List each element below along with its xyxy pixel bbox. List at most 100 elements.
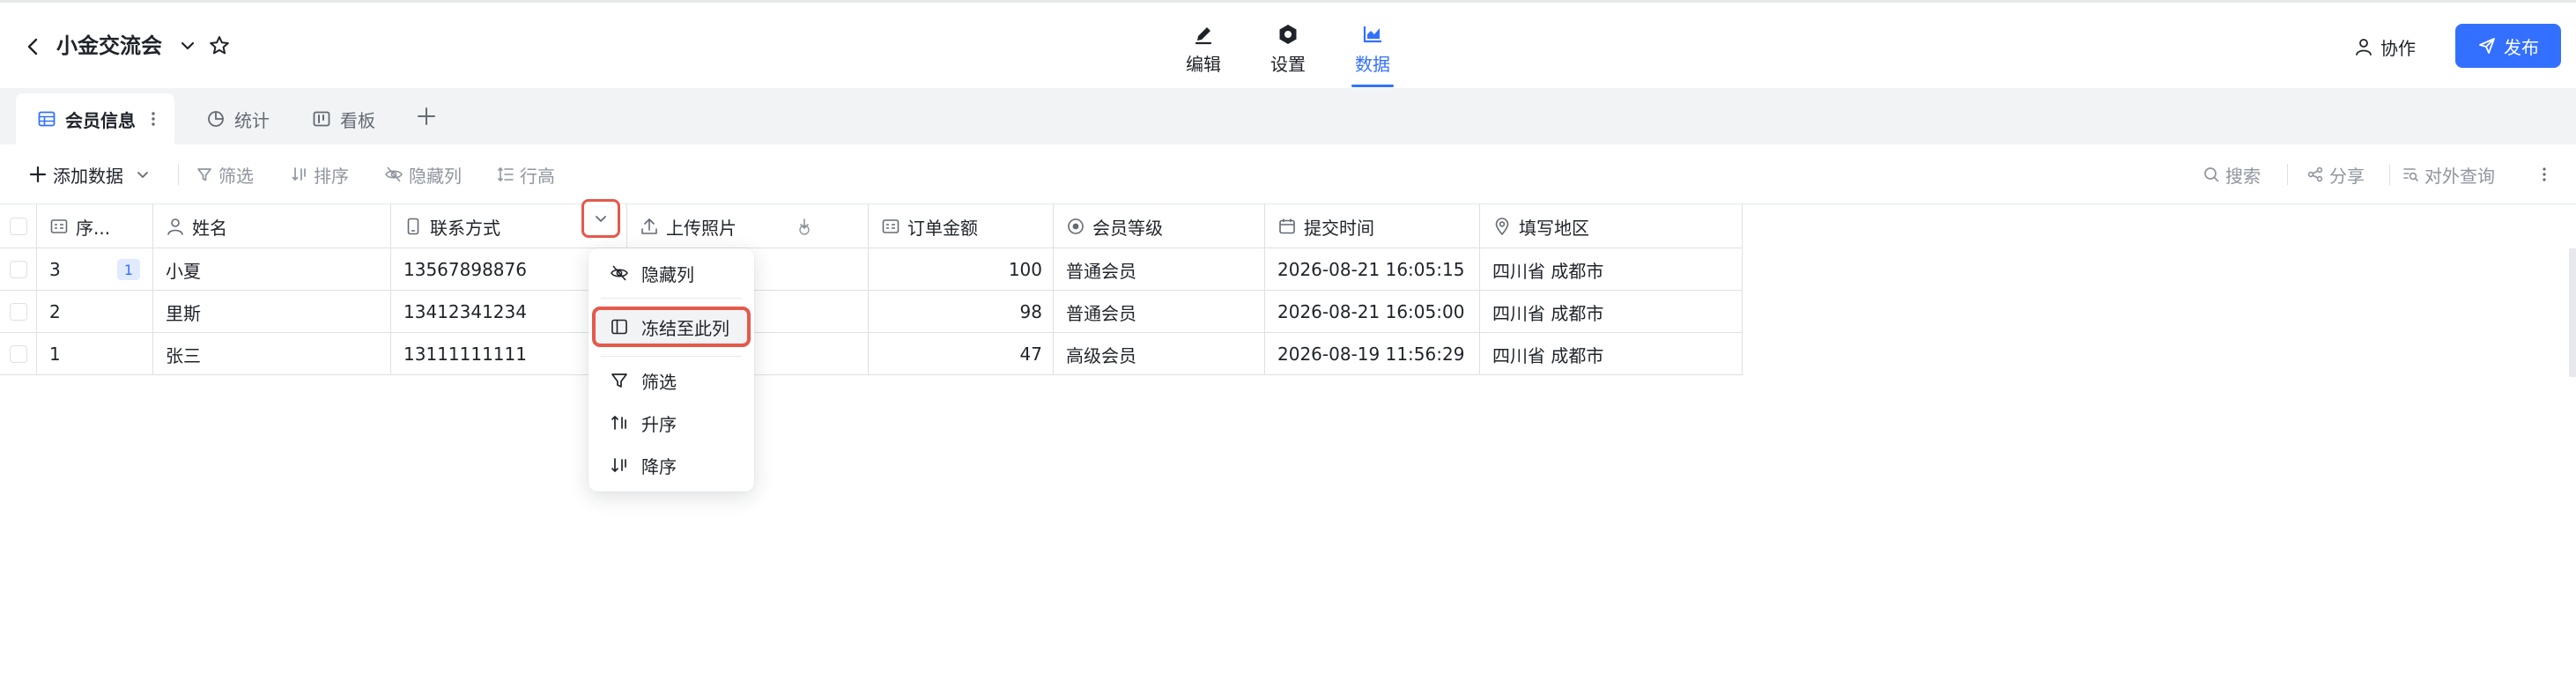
cell-region[interactable]: 四川省 成都市 (1480, 248, 1743, 291)
menu-item-freeze-column[interactable]: 冻结至此列 (592, 307, 751, 347)
publish-button[interactable]: 发布 (2455, 24, 2561, 68)
plus-icon (29, 166, 47, 183)
row-height-button[interactable]: 行高 (497, 160, 555, 188)
sheet-tab-label: 看板 (340, 109, 375, 131)
column-header-name[interactable]: 姓名 (153, 204, 391, 248)
toolbar-divider (178, 164, 179, 185)
menu-item-filter[interactable]: 筛选 (601, 363, 742, 398)
edit-icon (1191, 22, 1216, 47)
column-header-label: 姓名 (192, 217, 227, 239)
column-header-amount[interactable]: 订单金额 (869, 204, 1054, 248)
filter-label: 筛选 (218, 165, 254, 187)
cell-time[interactable]: 2026-08-21 16:05:00 (1265, 291, 1480, 333)
cell-region[interactable]: 四川省 成都市 (1480, 291, 1743, 333)
add-data-button[interactable]: 添加数据 (28, 160, 152, 188)
add-data-label: 添加数据 (53, 165, 123, 187)
cell-name[interactable]: 里斯 (153, 291, 391, 333)
collaborate-button[interactable]: 协作 (2354, 27, 2416, 66)
cell-seq[interactable]: 31 (37, 248, 153, 291)
column-header-label: 上传照片 (666, 217, 737, 239)
cell-amount[interactable]: 98 (869, 291, 1054, 333)
menu-item-hide-column[interactable]: 隐藏列 (601, 255, 742, 291)
table-row[interactable]: 2 里斯 13412341234 98 普通会员 2026-08-21 16:0… (0, 291, 1743, 333)
cell-level[interactable]: 普通会员 (1054, 248, 1265, 291)
cell-level[interactable]: 普通会员 (1054, 291, 1265, 333)
download-field-icon[interactable] (795, 217, 814, 236)
upload-icon (641, 218, 657, 234)
menu-item-label: 筛选 (641, 371, 677, 393)
cell-level[interactable]: 高级会员 (1054, 333, 1265, 375)
cell-name[interactable]: 张三 (153, 333, 391, 375)
external-query-label: 对外查询 (2424, 165, 2495, 187)
external-query-button[interactable]: 对外查询 (2402, 160, 2495, 188)
eye-off-icon (385, 166, 403, 182)
menu-item-sort-ascending[interactable]: 升序 (601, 405, 742, 440)
tab-data[interactable]: 数据 (1348, 18, 1397, 87)
hide-columns-button[interactable]: 隐藏列 (384, 160, 462, 188)
menu-item-label: 升序 (641, 413, 677, 435)
column-header-photo[interactable]: 上传照片 (627, 204, 869, 248)
sort-button[interactable]: 排序 (291, 160, 349, 188)
sheet-tab-kanban[interactable]: 看板 (312, 93, 375, 144)
send-icon (2479, 38, 2495, 54)
share-icon (2307, 166, 2323, 182)
row-height-label: 行高 (520, 165, 555, 187)
search-button[interactable]: 搜索 (2202, 160, 2261, 188)
kanban-icon (313, 111, 330, 127)
menu-divider (601, 356, 742, 357)
share-button[interactable]: 分享 (2306, 160, 2365, 188)
cell-name[interactable]: 小夏 (153, 248, 391, 291)
star-icon[interactable] (208, 34, 231, 57)
tab-edit[interactable]: 编辑 (1179, 18, 1228, 87)
hide-columns-label: 隐藏列 (409, 165, 462, 187)
menu-item-sort-descending[interactable]: 降序 (601, 447, 742, 483)
column-header-label: 填写地区 (1519, 217, 1589, 239)
filter-button[interactable]: 筛选 (196, 160, 254, 188)
column-header-label: 提交时间 (1304, 217, 1374, 239)
app-title[interactable]: 小金交流会 (56, 31, 162, 61)
column-header-level[interactable]: 会员等级 (1054, 204, 1265, 248)
select-all-checkbox[interactable] (9, 218, 27, 235)
column-header-label: 订单金额 (907, 217, 978, 239)
more-vertical-icon[interactable] (144, 110, 162, 128)
back-arrow-icon[interactable] (21, 34, 46, 59)
cell-amount[interactable]: 47 (869, 333, 1054, 375)
column-header-region[interactable]: 填写地区 (1480, 204, 1743, 248)
toolbar-divider (2389, 164, 2390, 185)
table-icon (38, 111, 56, 127)
sheet-tab-label: 会员信息 (65, 109, 136, 131)
cell-seq[interactable]: 2 (37, 291, 153, 333)
add-sheet-icon[interactable] (414, 104, 439, 129)
sheet-tab-member-info[interactable]: 会员信息 (16, 93, 174, 144)
table-header-row: 序... 姓名 联系方式 上传照片 订单金额 会员等级 提交时间 填写地区 (0, 204, 1743, 248)
cell-amount[interactable]: 100 (869, 248, 1054, 291)
cell-time[interactable]: 2026-08-21 16:05:15 (1265, 248, 1480, 291)
row-checkbox[interactable] (9, 261, 27, 278)
chevron-down-icon (137, 172, 148, 178)
horizontal-scrollbar-edge[interactable] (2569, 248, 2576, 377)
column-menu-button[interactable] (581, 199, 620, 238)
pie-chart-icon (208, 111, 224, 127)
table-row[interactable]: 1 张三 13111111111 47 高级会员 2026-08-19 11:5… (0, 333, 1743, 375)
row-checkbox[interactable] (9, 345, 27, 363)
cell-seq[interactable]: 1 (37, 333, 153, 375)
cell-region[interactable]: 四川省 成都市 (1480, 333, 1743, 375)
comment-count-badge[interactable]: 1 (117, 259, 140, 280)
row-checkbox-cell (0, 333, 37, 375)
phone-icon (407, 218, 419, 235)
row-checkbox-cell (0, 248, 37, 291)
row-checkbox[interactable] (9, 303, 27, 321)
cell-time[interactable]: 2026-08-19 11:56:29 (1265, 333, 1480, 375)
column-header-seq[interactable]: 序... (37, 204, 153, 248)
collaborate-label: 协作 (2380, 37, 2416, 59)
chevron-down-icon[interactable] (178, 36, 197, 55)
query-icon (2403, 168, 2418, 181)
more-options-button[interactable] (2535, 160, 2553, 188)
column-header-time[interactable]: 提交时间 (1265, 204, 1480, 248)
table-row[interactable]: 31 小夏 13567898876 100 普通会员 2026-08-21 16… (0, 248, 1743, 291)
column-header-label: 序... (76, 217, 111, 239)
settings-icon (1276, 22, 1300, 47)
sheet-tab-stats[interactable]: 统计 (206, 93, 270, 144)
tab-settings[interactable]: 设置 (1263, 18, 1313, 87)
menu-divider (601, 298, 742, 299)
